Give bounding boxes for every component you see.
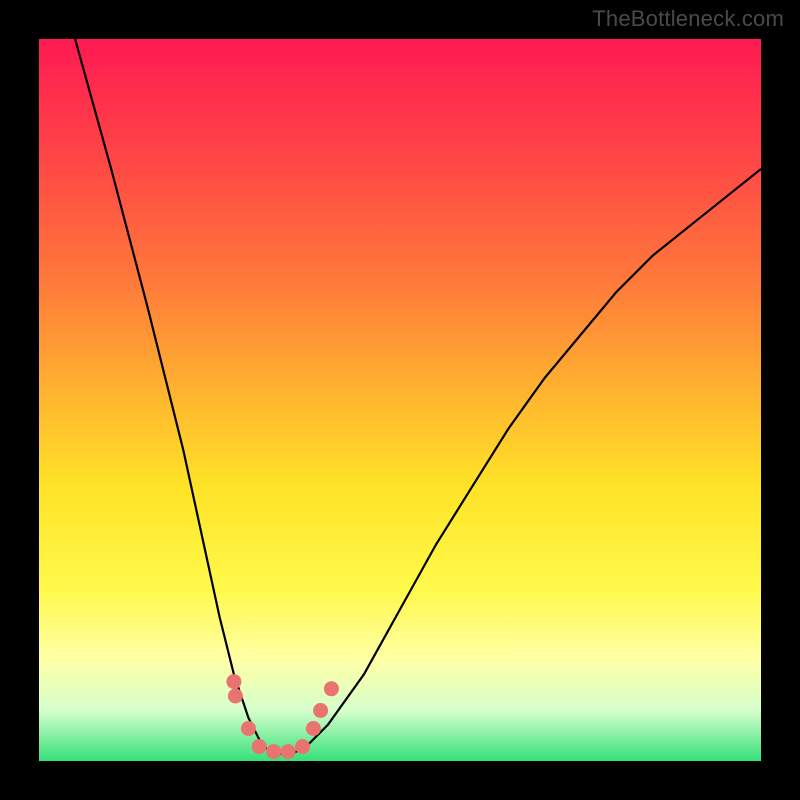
data-marker [313,703,328,718]
chart-frame: TheBottleneck.com [0,0,800,800]
plot-area [39,39,761,761]
chart-svg [39,39,761,761]
data-marker [252,739,267,754]
data-marker [226,674,241,689]
curve-path [75,39,761,754]
data-marker [266,744,281,759]
data-marker [241,721,256,736]
data-marker [228,689,243,704]
data-marker [306,721,321,736]
watermark-text: TheBottleneck.com [592,6,784,32]
marker-group [226,674,339,759]
data-marker [295,739,310,754]
data-marker [281,744,296,759]
data-marker [324,681,339,696]
